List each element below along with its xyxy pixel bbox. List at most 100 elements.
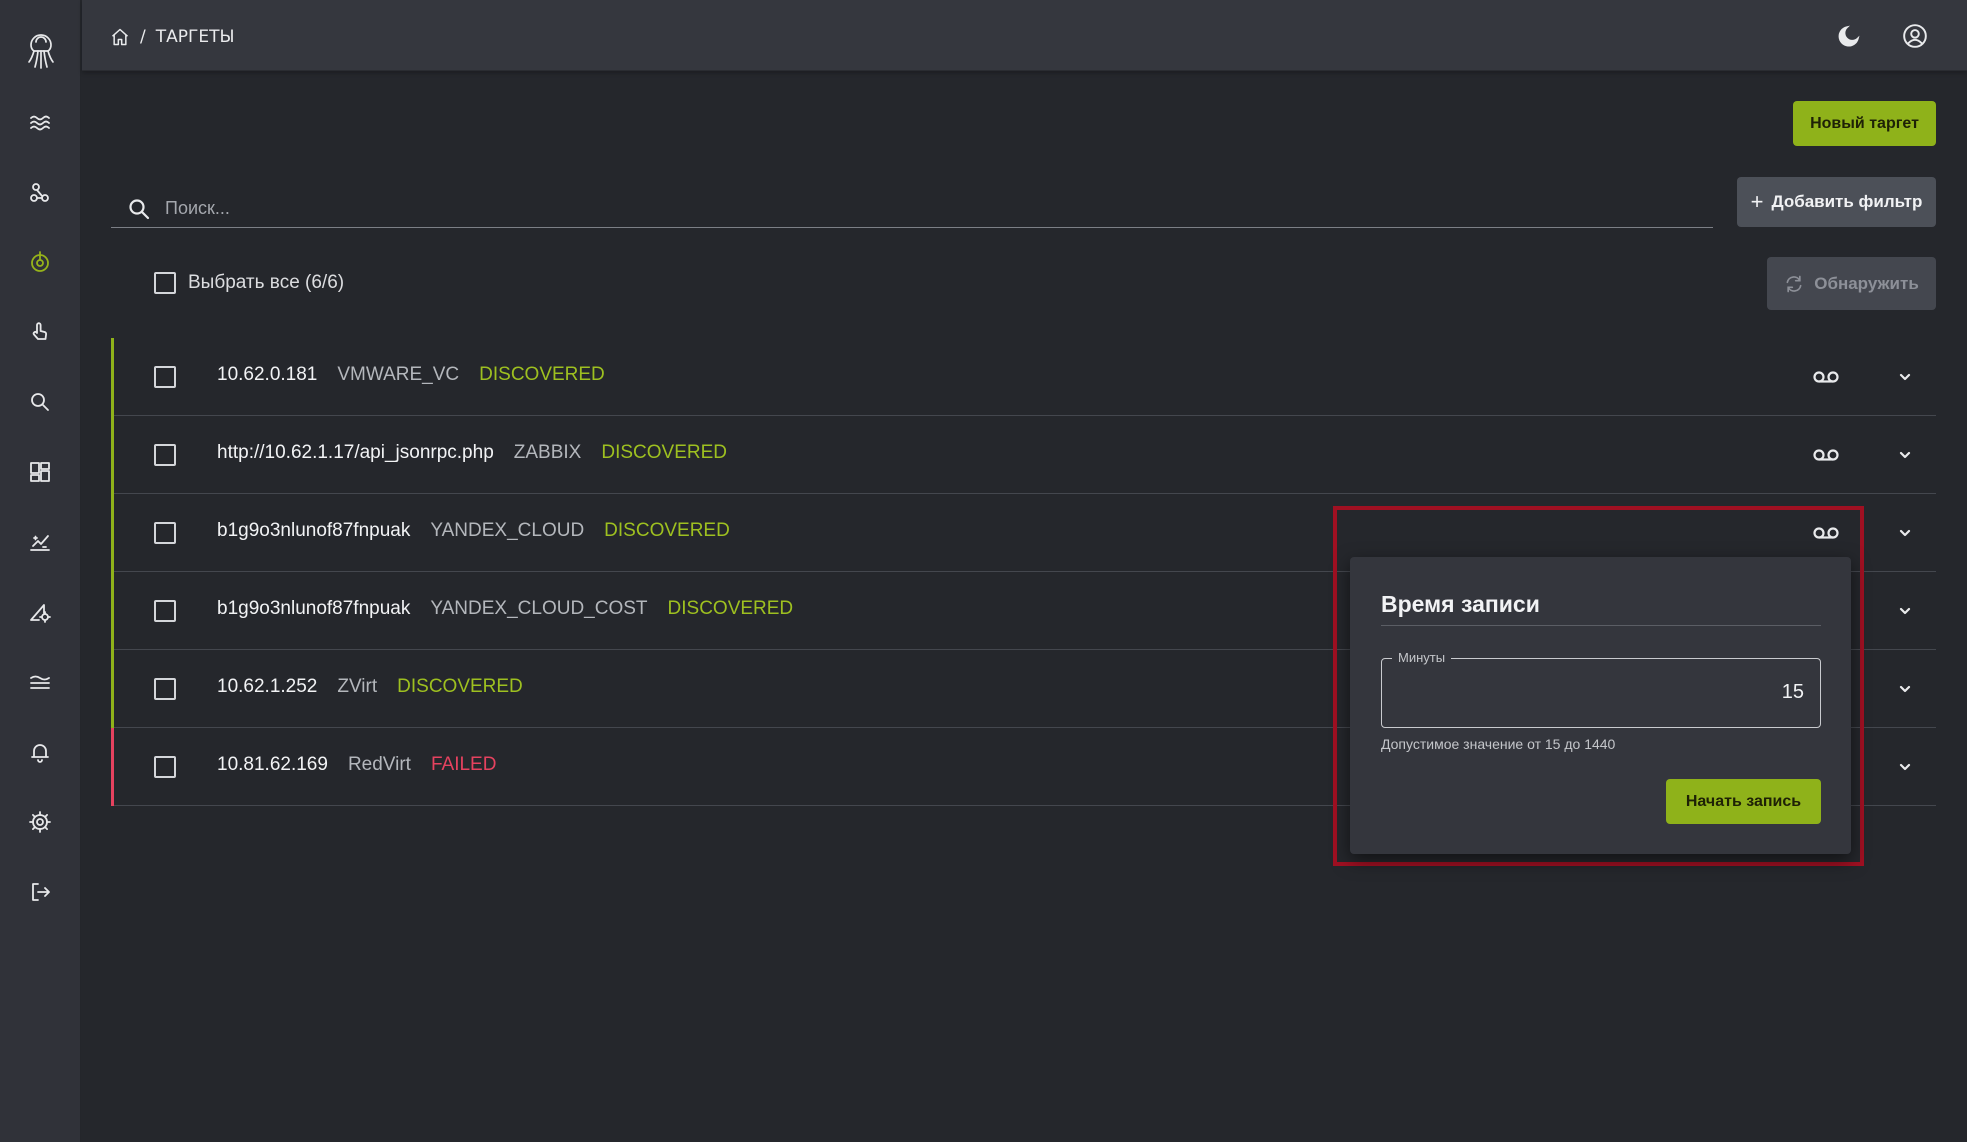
target-name: 10.62.0.181 [217, 364, 318, 385]
chevron-down-icon [1899, 763, 1911, 771]
minutes-input[interactable]: 15 [1782, 681, 1804, 704]
target-status: DISCOVERED [397, 676, 523, 697]
target-type: YANDEX_CLOUD [430, 520, 585, 541]
target-type: VMWARE_VC [337, 364, 460, 385]
top-bar: / ТАРГЕТЫ [82, 0, 1967, 71]
expand-button[interactable] [1893, 677, 1917, 701]
touch-icon [32, 322, 47, 340]
topology-icon [30, 183, 49, 202]
row-checkbox[interactable] [154, 678, 176, 700]
row-checkbox[interactable] [154, 600, 176, 622]
add-filter-button[interactable]: + Добавить фильтр [1737, 177, 1936, 227]
new-target-button[interactable]: Новый таргет [1793, 101, 1936, 146]
status-indicator [111, 494, 114, 572]
sidebar [0, 0, 81, 1142]
analytics-icon [30, 535, 50, 551]
chevron-down-icon [1899, 451, 1911, 459]
select-all: Выбрать все (6/6) [154, 272, 344, 294]
row-checkbox[interactable] [154, 366, 176, 388]
search-bar [111, 190, 1713, 228]
search-icon [31, 393, 49, 411]
target-name: 10.62.1.252 [217, 676, 318, 697]
row-checkbox[interactable] [154, 522, 176, 544]
sidebar-item-search[interactable] [20, 382, 60, 422]
breadcrumb: / ТАРГЕТЫ [110, 24, 235, 50]
status-indicator [111, 728, 114, 806]
popup-divider [1381, 625, 1821, 626]
minutes-hint: Допустимое значение от 15 до 1440 [1381, 736, 1616, 752]
target-status: FAILED [430, 754, 497, 775]
target-row[interactable]: 10.62.0.181 VMWARE_VC DISCOVERED [111, 338, 1936, 416]
account-icon [1903, 24, 1927, 48]
target-type: RedVirt [347, 754, 411, 775]
sidebar-item-dashboard[interactable] [20, 452, 60, 492]
voicemail-icon [1813, 449, 1839, 461]
tools-icon [30, 604, 51, 623]
expand-button[interactable] [1893, 755, 1917, 779]
status-indicator [111, 416, 114, 494]
start-recording-button[interactable]: Начать запись [1666, 779, 1821, 824]
minutes-field-label: Минуты [1392, 650, 1452, 665]
record-button[interactable] [1811, 365, 1841, 389]
record-button[interactable] [1811, 443, 1841, 467]
expand-button[interactable] [1893, 521, 1917, 545]
dashboard-icon [30, 462, 50, 482]
chevron-down-icon [1899, 607, 1911, 615]
record-time-popup: Время записи Минуты 15 Допустимое значен… [1350, 557, 1851, 854]
target-status: DISCOVERED [479, 364, 605, 385]
target-status: DISCOVERED [667, 598, 794, 619]
select-all-label: Выбрать все (6/6) [188, 272, 345, 293]
settings-icon [29, 811, 51, 833]
sidebar-item-topology[interactable] [20, 173, 60, 213]
sidebar-item-analytics[interactable] [20, 522, 60, 562]
events-icon [30, 115, 50, 131]
breadcrumb-current: ТАРГЕТЫ [155, 27, 235, 47]
target-status: DISCOVERED [601, 442, 727, 463]
discover-button[interactable]: Обнаружить [1767, 257, 1936, 310]
status-indicator [111, 572, 114, 650]
streams-icon [30, 675, 50, 689]
sidebar-item-settings[interactable] [20, 802, 60, 842]
home-icon[interactable] [110, 27, 130, 47]
sidebar-item-touch[interactable] [20, 312, 60, 352]
chevron-down-icon [1899, 529, 1911, 537]
sidebar-item-notifications[interactable] [20, 732, 60, 772]
target-name: b1g9o3nlunof87fnpuak [217, 598, 411, 619]
discover-label: Обнаружить [1814, 273, 1919, 293]
target-row[interactable]: http://10.62.1.17/api_jsonrpc.php ZABBIX… [111, 416, 1936, 494]
target-type: YANDEX_CLOUD_COST [430, 598, 648, 619]
plus-icon: + [1750, 189, 1764, 214]
sidebar-item-events[interactable] [20, 103, 60, 143]
search-icon [129, 198, 150, 219]
logout-icon [32, 883, 50, 901]
target-status: DISCOVERED [604, 520, 730, 541]
voicemail-icon [1813, 371, 1839, 383]
logo-icon[interactable] [18, 24, 63, 74]
target-name: http://10.62.1.17/api_jsonrpc.php [217, 442, 494, 463]
moon-icon [1838, 25, 1860, 47]
sidebar-item-streams[interactable] [20, 662, 60, 702]
popup-title: Время записи [1381, 591, 1540, 617]
row-checkbox[interactable] [154, 444, 176, 466]
account-button[interactable] [1897, 18, 1933, 54]
refresh-icon [1786, 275, 1802, 292]
expand-button[interactable] [1893, 599, 1917, 623]
status-indicator [111, 338, 114, 416]
targets-icon [31, 251, 49, 272]
sidebar-item-logout[interactable] [20, 872, 60, 912]
sidebar-item-tools[interactable] [20, 592, 60, 632]
breadcrumb-separator: / [140, 27, 146, 47]
expand-button[interactable] [1893, 365, 1917, 389]
bell-icon [31, 744, 49, 763]
sidebar-item-targets[interactable] [20, 242, 60, 282]
row-checkbox[interactable] [154, 756, 176, 778]
select-all-checkbox[interactable] [154, 272, 176, 294]
chevron-down-icon [1899, 373, 1911, 381]
expand-button[interactable] [1893, 443, 1917, 467]
target-name: 10.81.62.169 [217, 754, 328, 775]
target-name: b1g9o3nlunof87fnpuak [217, 520, 411, 541]
search-input[interactable] [165, 198, 1565, 219]
app-root: / ТАРГЕТЫ Новый таргет + Добавить фильтр… [0, 0, 1967, 1142]
theme-toggle-button[interactable] [1831, 18, 1867, 54]
minutes-field[interactable]: Минуты 15 [1381, 650, 1821, 728]
